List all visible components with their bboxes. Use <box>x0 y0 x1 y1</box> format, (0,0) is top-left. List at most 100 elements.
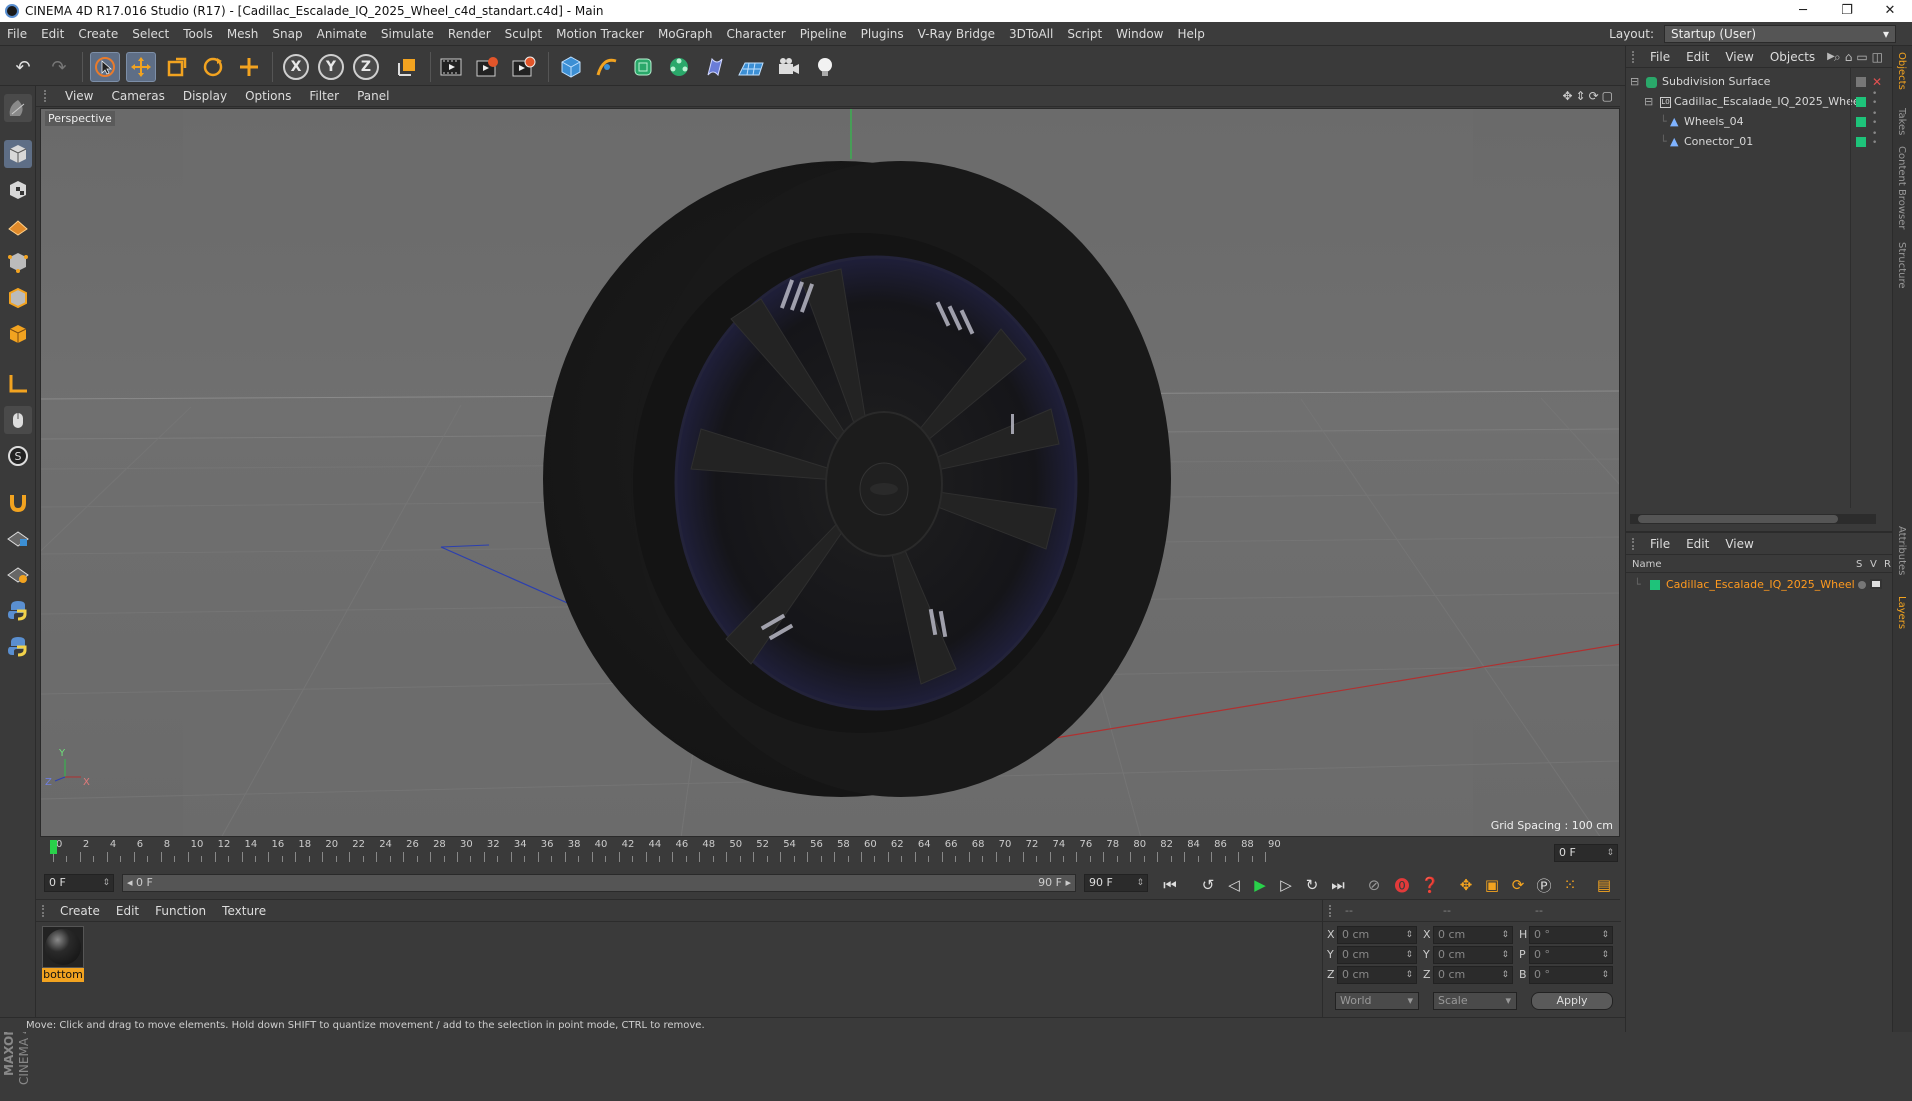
layer-visible-toggle[interactable] <box>1870 579 1882 589</box>
coord-value-field[interactable]: 0 ° <box>1529 966 1613 984</box>
menu-vray-bridge[interactable]: V-Ray Bridge <box>911 22 1002 46</box>
tree-collapse-icon[interactable]: ⊟ <box>1644 92 1653 112</box>
layer-color-swatch[interactable] <box>1650 580 1660 590</box>
render-view-icon[interactable] <box>437 52 467 82</box>
coord-value-field[interactable]: 0 cm <box>1337 966 1417 984</box>
go-to-start-icon[interactable]: ⏮ <box>1158 874 1182 896</box>
tab-layers[interactable]: Layers <box>1896 596 1907 629</box>
menu-tools[interactable]: Tools <box>176 22 220 46</box>
camera-icon[interactable] <box>774 52 804 82</box>
timeline-ruler[interactable]: 0 2 4 6 8 10 12 14 16 18 20 22 24 26 28 30 32 34 36 38 40 42 4… <box>36 838 1620 866</box>
tweak-mode-icon[interactable] <box>4 406 32 434</box>
menu-mograph[interactable]: MoGraph <box>651 22 720 46</box>
keyframe-selection-icon[interactable]: ❓ <box>1418 874 1442 896</box>
object-row-cadillac-wheel[interactable]: ⊟ L0 Cadillac_Escalade_IQ_2025_Wheel • • <box>1626 90 1893 112</box>
workplane-mode-icon[interactable] <box>4 212 32 240</box>
coord-value-field[interactable]: 0 cm <box>1433 926 1513 944</box>
coord-value-field[interactable]: 0 cm <box>1337 946 1417 964</box>
layer-solo-toggle[interactable] <box>1858 581 1866 589</box>
viewport-menu-view[interactable]: View <box>56 89 102 103</box>
locked-workplane-icon[interactable] <box>4 524 32 552</box>
layout-dropdown[interactable]: Startup (User) <box>1664 25 1896 43</box>
menu-pipeline[interactable]: Pipeline <box>793 22 854 46</box>
objmgr-menu-view[interactable]: View <box>1717 50 1761 64</box>
autokeying-icon[interactable]: ⓿ <box>1390 874 1414 896</box>
planar-workplane-icon[interactable] <box>4 560 32 588</box>
visibility-dots-icon[interactable]: • • <box>1872 90 1877 108</box>
tree-collapse-icon[interactable]: ⊟ <box>1630 72 1639 92</box>
3d-viewport[interactable]: Y Z X Perspective Grid Spacing : 100 cm <box>40 108 1620 837</box>
menu-sculpt[interactable]: Sculpt <box>498 22 549 46</box>
coord-value-field[interactable]: 0 ° <box>1529 946 1613 964</box>
menu-help[interactable]: Help <box>1170 22 1211 46</box>
object-row-wheels-04[interactable]: └ ▲ Wheels_04 • • <box>1626 110 1893 132</box>
key-pla-icon[interactable]: ⁙ <box>1558 874 1582 896</box>
viewport-nav-icons[interactable]: ✥⇕⟳▢ <box>1562 89 1616 103</box>
current-frame-field[interactable]: 0 F <box>1554 844 1618 862</box>
go-to-next-frame-icon[interactable]: ▷ <box>1274 874 1298 896</box>
tab-attributes[interactable]: Attributes <box>1896 526 1907 575</box>
layermgr-menu-file[interactable]: File <box>1642 537 1678 551</box>
end-frame-field[interactable]: 90 F <box>1084 874 1148 892</box>
snap-icon[interactable] <box>4 488 32 516</box>
coord-value-field[interactable]: 0 ° <box>1529 926 1613 944</box>
tab-content-browser[interactable]: Content Browser <box>1896 146 1907 229</box>
frame-range-slider[interactable]: ◂ 0 F 90 F ▸ <box>122 874 1076 892</box>
key-position-icon[interactable]: ✥ <box>1454 874 1478 896</box>
python-script-icon[interactable] <box>4 632 32 660</box>
menu-edit[interactable]: Edit <box>34 22 71 46</box>
viewport-menu-display[interactable]: Display <box>174 89 236 103</box>
z-axis-icon[interactable]: Z <box>353 54 379 80</box>
floor-icon[interactable] <box>736 52 766 82</box>
layer-row[interactable]: └ Cadillac_Escalade_IQ_2025_Wheel <box>1626 575 1893 595</box>
undo-icon[interactable]: ↶ <box>8 52 38 82</box>
apply-button[interactable]: Apply <box>1531 992 1613 1010</box>
edges-mode-icon[interactable] <box>4 284 32 312</box>
viewport-menu-panel[interactable]: Panel <box>348 89 398 103</box>
objmgr-menu-edit[interactable]: Edit <box>1678 50 1717 64</box>
coordinate-system-icon[interactable] <box>392 52 422 82</box>
go-to-previous-frame-icon[interactable]: ◁ <box>1222 874 1246 896</box>
close-button[interactable]: ✕ <box>1868 0 1912 22</box>
coord-value-field[interactable]: 0 cm <box>1337 926 1417 944</box>
key-parameter-icon[interactable]: Ⓟ <box>1532 874 1556 896</box>
record-key-icon[interactable]: ⊘ <box>1362 874 1386 896</box>
tab-takes[interactable]: Takes <box>1896 108 1907 135</box>
layermgr-menu-edit[interactable]: Edit <box>1678 537 1717 551</box>
visibility-dots-icon[interactable]: • • <box>1872 110 1877 128</box>
tab-structure[interactable]: Structure <box>1896 242 1907 289</box>
material-menu-create[interactable]: Create <box>52 904 108 918</box>
viewport-menu-filter[interactable]: Filter <box>300 89 348 103</box>
coord-mode-world-dropdown[interactable]: World ▾ <box>1335 992 1419 1010</box>
viewport-menu-cameras[interactable]: Cameras <box>102 89 173 103</box>
timeline-window-icon[interactable]: ▤ <box>1592 874 1616 896</box>
coord-value-field[interactable]: 0 cm <box>1433 966 1513 984</box>
material-menu-edit[interactable]: Edit <box>108 904 147 918</box>
cube-icon[interactable] <box>556 52 586 82</box>
render-picture-viewer-icon[interactable] <box>473 52 503 82</box>
menu-plugins[interactable]: Plugins <box>854 22 911 46</box>
objmgr-menu-file[interactable]: File <box>1642 50 1678 64</box>
menu-select[interactable]: Select <box>125 22 176 46</box>
scale-icon[interactable] <box>162 52 192 82</box>
axis-mode-icon[interactable] <box>4 370 32 398</box>
move-icon[interactable] <box>126 52 156 82</box>
scrollbar-thumb[interactable] <box>1638 515 1838 523</box>
cloner-icon[interactable] <box>664 52 694 82</box>
coord-value-field[interactable]: 0 cm <box>1433 946 1513 964</box>
minimize-button[interactable]: ─ <box>1781 0 1825 22</box>
viewport-menu-options[interactable]: Options <box>236 89 300 103</box>
edit-render-settings-icon[interactable] <box>509 52 539 82</box>
rotate-icon[interactable] <box>198 52 228 82</box>
light-icon[interactable] <box>810 52 840 82</box>
model-mode-icon[interactable] <box>4 140 32 168</box>
live-selection-icon[interactable] <box>90 52 120 82</box>
material-menu-function[interactable]: Function <box>147 904 214 918</box>
object-row-subdivision-surface[interactable]: ⊟ Subdivision Surface ✕ <box>1626 72 1893 92</box>
tab-objects[interactable]: Objects <box>1896 52 1907 90</box>
last-tool-icon[interactable] <box>234 52 264 82</box>
y-axis-icon[interactable]: Y <box>318 54 344 80</box>
menu-render[interactable]: Render <box>441 22 498 46</box>
material-swatch-bottom[interactable]: bottom <box>42 926 84 982</box>
texture-mode-icon[interactable] <box>4 176 32 204</box>
